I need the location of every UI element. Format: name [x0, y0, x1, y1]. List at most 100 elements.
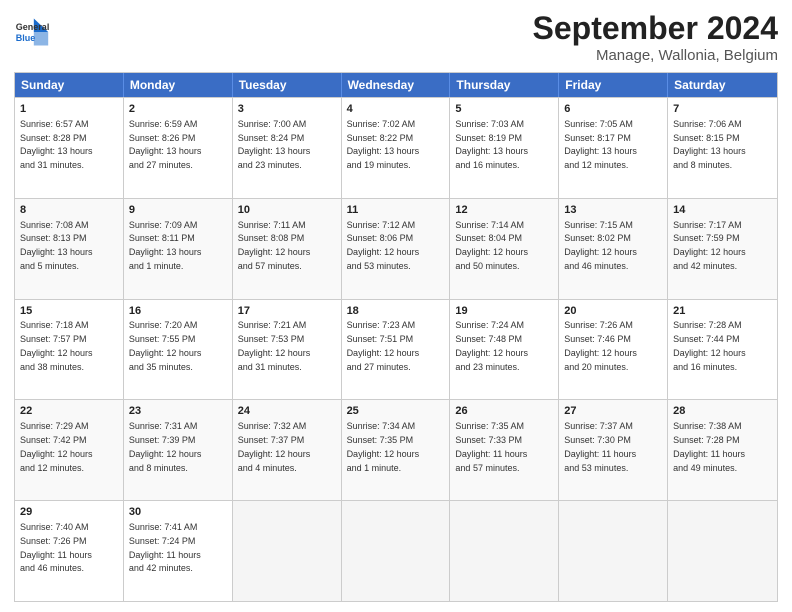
calendar-cell: 4 Sunrise: 7:02 AM Sunset: 8:22 PM Dayli… [342, 98, 451, 198]
subtitle: Manage, Wallonia, Belgium [533, 47, 778, 64]
sunrise: Sunrise: 7:31 AM [129, 421, 198, 431]
daylight-label: Daylight: 12 hours [347, 247, 420, 257]
daylight-minutes: and 31 minutes. [238, 362, 302, 372]
sunset: Sunset: 7:42 PM [20, 435, 87, 445]
calendar-cell: 21 Sunrise: 7:28 AM Sunset: 7:44 PM Dayl… [668, 300, 777, 400]
sunset: Sunset: 8:04 PM [455, 233, 522, 243]
day-number: 6 [564, 102, 662, 117]
calendar-cell: 29 Sunrise: 7:40 AM Sunset: 7:26 PM Dayl… [15, 501, 124, 601]
sunrise: Sunrise: 7:00 AM [238, 119, 307, 129]
daylight-label: Daylight: 12 hours [20, 348, 93, 358]
day-number: 4 [347, 102, 445, 117]
day-number: 24 [238, 404, 336, 419]
sunset: Sunset: 7:55 PM [129, 334, 196, 344]
daylight-label: Daylight: 13 hours [20, 146, 93, 156]
sunrise: Sunrise: 7:15 AM [564, 220, 633, 230]
daylight-label: Daylight: 13 hours [238, 146, 311, 156]
daylight-label: Daylight: 11 hours [20, 550, 92, 560]
daylight-minutes: and 23 minutes. [238, 160, 302, 170]
daylight-label: Daylight: 13 hours [20, 247, 93, 257]
svg-text:General: General [16, 22, 50, 32]
calendar-row-5: 29 Sunrise: 7:40 AM Sunset: 7:26 PM Dayl… [15, 500, 777, 601]
sunset: Sunset: 7:46 PM [564, 334, 631, 344]
daylight-label: Daylight: 12 hours [238, 247, 311, 257]
calendar-cell: 6 Sunrise: 7:05 AM Sunset: 8:17 PM Dayli… [559, 98, 668, 198]
sunset: Sunset: 8:15 PM [673, 133, 740, 143]
daylight-label: Daylight: 12 hours [564, 247, 637, 257]
sunset: Sunset: 8:24 PM [238, 133, 305, 143]
sunset: Sunset: 7:59 PM [673, 233, 740, 243]
header-monday: Monday [124, 73, 233, 97]
daylight-label: Daylight: 12 hours [455, 247, 528, 257]
daylight-label: Daylight: 13 hours [347, 146, 420, 156]
calendar-cell [450, 501, 559, 601]
sunrise: Sunrise: 7:03 AM [455, 119, 524, 129]
daylight-minutes: and 1 minute. [347, 463, 402, 473]
sunset: Sunset: 7:57 PM [20, 334, 87, 344]
day-number: 12 [455, 203, 553, 218]
calendar-header: Sunday Monday Tuesday Wednesday Thursday… [15, 73, 777, 97]
header-saturday: Saturday [668, 73, 777, 97]
calendar-cell [342, 501, 451, 601]
calendar-cell: 28 Sunrise: 7:38 AM Sunset: 7:28 PM Dayl… [668, 400, 777, 500]
calendar-cell: 25 Sunrise: 7:34 AM Sunset: 7:35 PM Dayl… [342, 400, 451, 500]
sunrise: Sunrise: 7:18 AM [20, 320, 89, 330]
day-number: 9 [129, 203, 227, 218]
sunset: Sunset: 8:11 PM [129, 233, 195, 243]
daylight-label: Daylight: 12 hours [20, 449, 93, 459]
sunrise: Sunrise: 7:11 AM [238, 220, 306, 230]
calendar-cell: 12 Sunrise: 7:14 AM Sunset: 8:04 PM Dayl… [450, 199, 559, 299]
day-number: 1 [20, 102, 118, 117]
sunset: Sunset: 7:33 PM [455, 435, 522, 445]
sunset: Sunset: 7:39 PM [129, 435, 196, 445]
sunset: Sunset: 8:19 PM [455, 133, 522, 143]
sunrise: Sunrise: 7:23 AM [347, 320, 416, 330]
daylight-label: Daylight: 13 hours [455, 146, 528, 156]
calendar-cell: 18 Sunrise: 7:23 AM Sunset: 7:51 PM Dayl… [342, 300, 451, 400]
day-number: 8 [20, 203, 118, 218]
calendar-cell: 11 Sunrise: 7:12 AM Sunset: 8:06 PM Dayl… [342, 199, 451, 299]
calendar-row-3: 15 Sunrise: 7:18 AM Sunset: 7:57 PM Dayl… [15, 299, 777, 400]
sunrise: Sunrise: 7:09 AM [129, 220, 198, 230]
day-number: 19 [455, 304, 553, 319]
title-section: September 2024 Manage, Wallonia, Belgium [533, 10, 778, 64]
day-number: 10 [238, 203, 336, 218]
sunrise: Sunrise: 7:35 AM [455, 421, 524, 431]
daylight-minutes: and 19 minutes. [347, 160, 411, 170]
sunset: Sunset: 7:24 PM [129, 536, 196, 546]
daylight-label: Daylight: 12 hours [673, 247, 746, 257]
calendar-cell: 20 Sunrise: 7:26 AM Sunset: 7:46 PM Dayl… [559, 300, 668, 400]
sunrise: Sunrise: 7:12 AM [347, 220, 416, 230]
day-number: 2 [129, 102, 227, 117]
logo-icon: General Blue [14, 14, 50, 50]
calendar-row-4: 22 Sunrise: 7:29 AM Sunset: 7:42 PM Dayl… [15, 399, 777, 500]
sunset: Sunset: 7:30 PM [564, 435, 631, 445]
day-number: 11 [347, 203, 445, 218]
day-number: 30 [129, 505, 227, 520]
daylight-minutes: and 53 minutes. [347, 261, 411, 271]
calendar-cell: 14 Sunrise: 7:17 AM Sunset: 7:59 PM Dayl… [668, 199, 777, 299]
daylight-minutes: and 16 minutes. [673, 362, 737, 372]
sunset: Sunset: 7:53 PM [238, 334, 305, 344]
daylight-minutes: and 1 minute. [129, 261, 184, 271]
day-number: 26 [455, 404, 553, 419]
sunset: Sunset: 7:48 PM [455, 334, 522, 344]
day-number: 18 [347, 304, 445, 319]
month-title: September 2024 [533, 10, 778, 47]
calendar-cell: 8 Sunrise: 7:08 AM Sunset: 8:13 PM Dayli… [15, 199, 124, 299]
sunrise: Sunrise: 7:02 AM [347, 119, 416, 129]
sunrise: Sunrise: 7:05 AM [564, 119, 633, 129]
daylight-minutes: and 53 minutes. [564, 463, 628, 473]
day-number: 16 [129, 304, 227, 319]
daylight-minutes: and 46 minutes. [564, 261, 628, 271]
daylight-minutes: and 35 minutes. [129, 362, 193, 372]
daylight-label: Daylight: 12 hours [347, 449, 420, 459]
sunrise: Sunrise: 7:41 AM [129, 522, 198, 532]
daylight-label: Daylight: 13 hours [129, 247, 202, 257]
sunset: Sunset: 8:08 PM [238, 233, 305, 243]
sunset: Sunset: 8:02 PM [564, 233, 631, 243]
daylight-minutes: and 42 minutes. [673, 261, 737, 271]
daylight-minutes: and 23 minutes. [455, 362, 519, 372]
calendar-cell: 9 Sunrise: 7:09 AM Sunset: 8:11 PM Dayli… [124, 199, 233, 299]
daylight-label: Daylight: 11 hours [564, 449, 636, 459]
